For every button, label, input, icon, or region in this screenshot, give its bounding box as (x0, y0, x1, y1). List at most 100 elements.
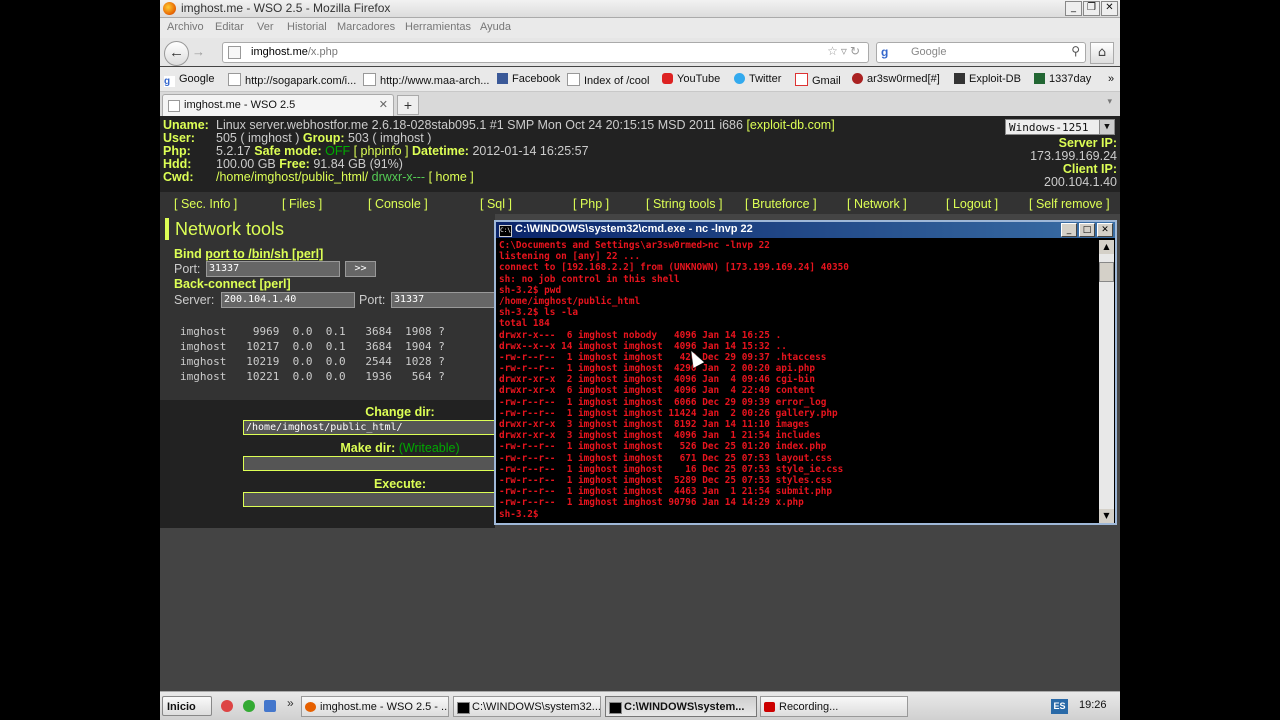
menu-sql[interactable]: [ Sql ] (480, 197, 512, 211)
phpinfo-link[interactable]: [ phpinfo ] (354, 144, 409, 158)
restore-button[interactable]: ❐ (1083, 1, 1100, 16)
menu-editar[interactable]: Editar (215, 21, 244, 33)
make-dir-input[interactable] (243, 456, 502, 471)
cmd-icon: C:\ (499, 225, 512, 237)
facebook-icon (497, 73, 508, 84)
cmd-window[interactable]: C:\ C:\WINDOWS\system32\cmd.exe - nc -ln… (494, 220, 1117, 525)
cwd-row: Cwd: /home/imghost/public_html/ drwxr-x-… (163, 170, 474, 184)
file-actions-panel: Change dir: /home/imghost/public_html/ M… (160, 400, 502, 528)
menu-ver[interactable]: Ver (257, 21, 274, 33)
taskbar-item-firefox[interactable]: imghost.me - WSO 2.5 - ... (301, 696, 449, 717)
cmd-close-button[interactable]: ✕ (1097, 223, 1113, 237)
menu-ayuda[interactable]: Ayuda (480, 21, 511, 33)
forward-button[interactable]: → (192, 44, 205, 59)
menu-php[interactable]: [ Php ] (573, 197, 609, 211)
cmd-scrollbar[interactable]: ▲ ▼ (1099, 240, 1114, 523)
execute-input[interactable] (243, 492, 502, 507)
magnifier-icon[interactable]: ⚲ (1071, 44, 1080, 58)
bookmark-index-of-cool[interactable]: Index of /cool (567, 73, 649, 87)
quicklaunch-app-icon[interactable] (221, 700, 233, 712)
taskbar-item-recording[interactable]: Recording... (760, 696, 908, 717)
menu-marcadores[interactable]: Marcadores (337, 21, 395, 33)
bookmark-sogapark[interactable]: http://sogapark.com/i... (228, 73, 356, 87)
menu-string-tools[interactable]: [ String tools ] (646, 197, 722, 211)
php-row: Php: 5.2.17 Safe mode: OFF [ phpinfo ] D… (163, 144, 589, 158)
tab-imghost[interactable]: imghost.me - WSO 2.5 ✕ (162, 94, 394, 116)
menu-console[interactable]: [ Console ] (368, 197, 428, 211)
bookmark-maa-arch[interactable]: http://www.maa-arch... (363, 73, 489, 87)
tab-list-dropdown-icon[interactable]: ▾ (1107, 97, 1112, 107)
cmd-line: drwxr-xr-x 3 imghost imghost 4096 Jan 1 … (499, 430, 821, 442)
menu-sec-info[interactable]: [ Sec. Info ] (174, 197, 237, 211)
cmd-output[interactable]: C:\Documents and Settings\ar3sw0rmed>nc … (499, 240, 1097, 523)
back-button[interactable]: ← (164, 41, 189, 66)
menu-files[interactable]: [ Files ] (282, 197, 322, 211)
cmd-icon (609, 702, 622, 714)
page-icon (567, 73, 580, 86)
close-tab-icon[interactable]: ✕ (379, 98, 388, 111)
close-button[interactable]: ✕ (1101, 1, 1118, 16)
process-row: imghost 10217 0.0 0.1 3684 1904 ? (180, 340, 445, 353)
menu-archivo[interactable]: Archivo (167, 21, 204, 33)
home-button[interactable]: ⌂ (1090, 42, 1114, 64)
quicklaunch-more-button[interactable]: » (287, 696, 294, 710)
quicklaunch-browser-icon[interactable] (243, 700, 255, 712)
scroll-down-icon[interactable]: ▼ (1099, 509, 1114, 523)
search-bar[interactable]: g Google ⚲ (876, 42, 1086, 63)
scroll-thumb[interactable] (1099, 262, 1114, 282)
home-link[interactable]: [ home ] (429, 170, 474, 184)
bind-port-input[interactable]: 31337 (206, 261, 340, 277)
cmd-line: -rw-r--r-- 1 imghost imghost 420 Dec 29 … (499, 351, 827, 363)
url-bar[interactable]: imghost.me/x.php ☆▿↻ (222, 42, 869, 63)
cmd-line: drwxr-xr-x 2 imghost imghost 4096 Jan 4 … (499, 374, 816, 386)
bind-submit-button[interactable]: >> (345, 261, 376, 277)
menu-herramientas[interactable]: Herramientas (405, 21, 471, 33)
firefox-icon (163, 2, 176, 15)
network-tools-title: Network tools (165, 218, 284, 240)
bookmark-google[interactable]: g Google (164, 73, 214, 87)
menu-bruteforce[interactable]: [ Bruteforce ] (745, 197, 817, 211)
bookmark-star-icon[interactable]: ☆ (827, 44, 841, 58)
menu-self-remove[interactable]: [ Self remove ] (1029, 197, 1110, 211)
bookmark-gmail[interactable]: Gmail (795, 73, 841, 87)
firefox-icon (305, 702, 316, 712)
bookmark-exploit-db[interactable]: Exploit-DB (954, 73, 1021, 85)
client-ip-label: Client IP: (1062, 162, 1117, 176)
bookmark-youtube[interactable]: YouTube (662, 73, 720, 85)
bookmark-ar3sw0rmed[interactable]: ar3sw0rmed[#] (852, 73, 940, 85)
bookmark-twitter[interactable]: Twitter (734, 73, 781, 85)
reload-icon[interactable]: ↻ (850, 44, 863, 58)
taskbar-item-cmd-2[interactable]: C:\WINDOWS\system... (605, 696, 757, 717)
tab-strip: imghost.me - WSO 2.5 ✕ + ▾ (160, 92, 1120, 116)
menu-historial[interactable]: Historial (287, 21, 327, 33)
cmd-line: -rw-r--r-- 1 imghost imghost 90796 Jan 1… (499, 497, 804, 509)
cmd-minimize-button[interactable]: _ (1061, 223, 1077, 237)
cmd-icon (457, 702, 470, 714)
menu-logout[interactable]: [ Logout ] (946, 197, 998, 211)
dropdown-arrow-icon[interactable]: ▿ (841, 44, 850, 58)
exploit-db-link[interactable]: [exploit-db.com] (746, 118, 834, 132)
cmd-line: -rw-r--r-- 1 imghost imghost 4290 Jan 2 … (499, 363, 816, 375)
start-button[interactable]: Inicio (162, 696, 212, 716)
language-indicator[interactable]: ES (1051, 699, 1068, 714)
bookmark-1337day[interactable]: 1337day (1034, 73, 1091, 85)
minimize-button[interactable]: _ (1065, 1, 1082, 16)
charset-select[interactable]: Windows-1251 ▼ (1005, 119, 1115, 135)
bookmarks-overflow-button[interactable]: » (1108, 73, 1114, 85)
taskbar-item-cmd-1[interactable]: C:\WINDOWS\system32... (453, 696, 601, 717)
scroll-up-icon[interactable]: ▲ (1099, 240, 1114, 254)
home-icon: ⌂ (1097, 45, 1107, 60)
cmd-titlebar[interactable]: C:\ C:\WINDOWS\system32\cmd.exe - nc -ln… (496, 222, 1115, 238)
bookmark-facebook[interactable]: Facebook (497, 73, 560, 85)
server-input[interactable]: 200.104.1.40 (221, 292, 355, 308)
google-engine-icon[interactable]: g (881, 45, 888, 59)
menu-network[interactable]: [ Network ] (847, 197, 907, 211)
change-dir-input[interactable]: /home/imghost/public_html/ (243, 420, 502, 435)
bc-port-input[interactable]: 31337 (391, 292, 495, 308)
cmd-maximize-button[interactable]: □ (1079, 223, 1095, 237)
cmd-line: sh-3.2$ pwd (499, 284, 562, 296)
new-tab-button[interactable]: + (397, 95, 419, 115)
quicklaunch-python-icon[interactable] (264, 700, 276, 712)
cwd-link[interactable]: /home/imghost/public_html/ (216, 170, 368, 184)
cmd-line: -rw-r--r-- 1 imghost imghost 4463 Jan 1 … (499, 486, 833, 498)
